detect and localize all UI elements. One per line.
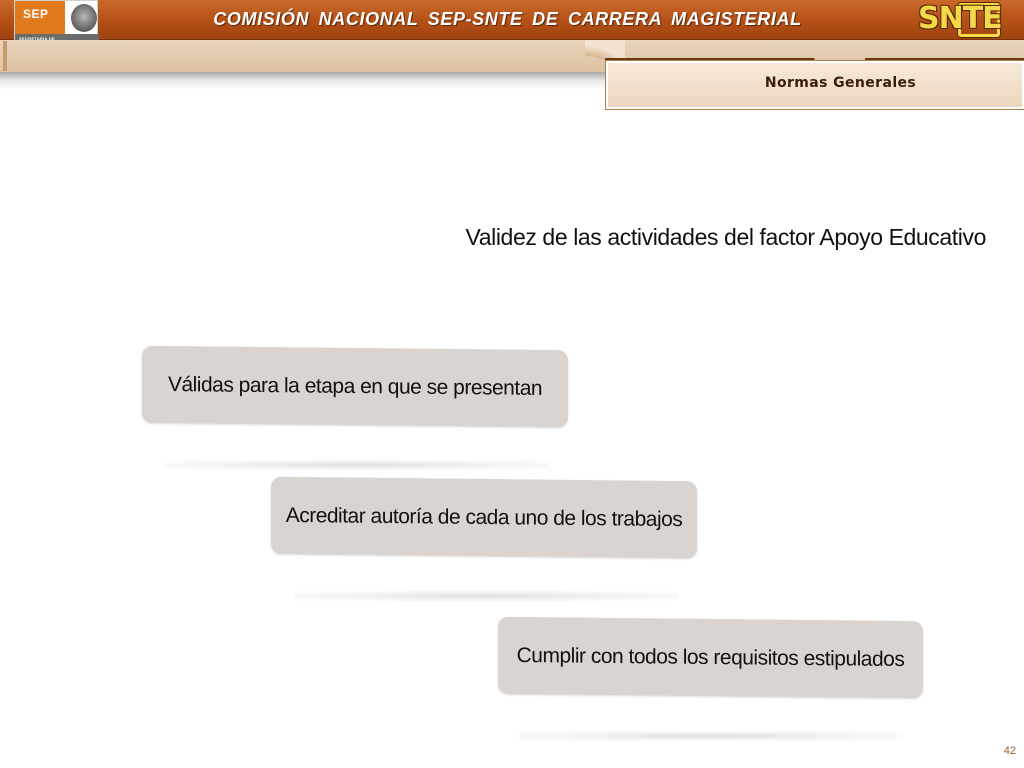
band-accent [3,41,7,71]
slide: SEP SECRETARÍA DE EDUCACIÓN PÚBLICA COMI… [0,0,1024,768]
item-label-1: Válidas para la etapa en que se presenta… [167,372,543,400]
item-reflection-3 [518,731,903,741]
sep-logo-box: SEP [15,1,65,34]
page-number: 42 [1003,745,1016,757]
slide-subtitle: Validez de las actividades del factor Ap… [465,224,987,250]
item-box-2: Acreditar autoría de cada uno de los tra… [271,476,697,559]
item-box-3: Cumplir con todos los requisitos estipul… [498,616,923,699]
snte-logo: SNTE [914,0,1004,42]
item-reflection-1 [165,460,550,470]
header-title: COMISIÓN NACIONAL SEP-SNTE DE CARRERA MA… [213,9,802,29]
snte-logo-text: SNTE [918,1,1003,36]
national-seal-icon [71,4,97,32]
item-reflection-2 [293,591,678,601]
tab-panel: Normas Generales [605,60,1024,110]
item-box-1: Válidas para la etapa en que se presenta… [142,345,568,428]
section-tab: Normas Generales [585,40,1024,112]
sep-logo-text: SEP [23,7,49,21]
tab-label: Normas Generales [764,75,917,91]
item-label-2: Acreditar autoría de cada uno de los tra… [285,503,683,531]
item-label-3: Cumplir con todos los requisitos estipul… [516,643,905,671]
